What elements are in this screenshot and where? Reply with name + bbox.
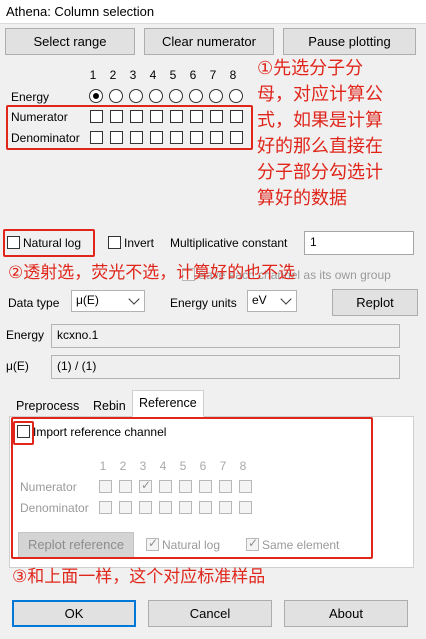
- annotation-1: ①先选分子分 母，对应计算公 式，如果是计算 好的那么直接在 分子部分勾选计 算…: [257, 56, 422, 212]
- clear-numerator-button[interactable]: Clear numerator: [144, 28, 274, 55]
- annotation-3: ③和上面一样，这个对应标准样品: [12, 567, 266, 587]
- energy-radio-col-6[interactable]: [189, 89, 203, 103]
- energy-radio-col-1[interactable]: [89, 89, 103, 103]
- column-number: 5: [169, 68, 177, 82]
- energy-radio-col-8[interactable]: [229, 89, 243, 103]
- invert-label: Invert: [124, 236, 155, 250]
- mu-info-label: μ(E): [6, 359, 29, 373]
- energy-units-value: eV: [252, 293, 267, 307]
- annotation-1-line: 算好的数据: [257, 188, 347, 209]
- ok-button[interactable]: OK: [12, 600, 136, 627]
- annotation-1-line: 式，如果是计算: [257, 110, 383, 131]
- multiplicative-constant-input[interactable]: 1: [304, 231, 414, 255]
- highlight-box-natural-log: [3, 229, 95, 257]
- energy-units-label: Energy units: [170, 296, 237, 310]
- energy-row-label: Energy: [11, 90, 50, 104]
- energy-info-field: kcxno.1: [51, 324, 400, 348]
- data-type-label: Data type: [8, 296, 60, 310]
- annotation-1-line: ①先选分子分: [257, 58, 364, 79]
- energy-radio-col-3[interactable]: [129, 89, 143, 103]
- highlight-box-num-denom: [6, 105, 253, 150]
- window-title: Athena: Column selection: [6, 4, 155, 19]
- energy-info-label: Energy: [6, 328, 45, 342]
- tab-reference[interactable]: Reference: [132, 390, 204, 417]
- invert-checkbox[interactable]: [108, 236, 121, 249]
- column-number: 4: [149, 68, 157, 82]
- chevron-down-icon: [280, 293, 292, 305]
- annotation-2: ②透射选，荧光不选，计算好的也不选: [8, 263, 296, 283]
- column-number: 1: [89, 68, 97, 82]
- energy-radio-col-2[interactable]: [109, 89, 123, 103]
- energy-units-select[interactable]: eV: [247, 290, 297, 312]
- cancel-button[interactable]: Cancel: [148, 600, 272, 627]
- multiplicative-constant-label: Multiplicative constant: [170, 236, 288, 250]
- column-number: 7: [209, 68, 217, 82]
- title-bar: Athena: Column selection: [0, 0, 426, 24]
- highlight-box-reference: [11, 417, 373, 559]
- column-number: 8: [229, 68, 237, 82]
- column-number: 3: [129, 68, 137, 82]
- mu-info-field: (1) / (1): [51, 355, 400, 379]
- data-type-select[interactable]: μ(E): [71, 290, 145, 312]
- column-number: 6: [189, 68, 197, 82]
- energy-radio-col-4[interactable]: [149, 89, 163, 103]
- data-type-value: μ(E): [76, 293, 99, 307]
- chevron-down-icon: [128, 293, 140, 305]
- annotation-1-line: 好的那么直接在: [257, 136, 383, 157]
- energy-radio-col-7[interactable]: [209, 89, 223, 103]
- column-number: 2: [109, 68, 117, 82]
- energy-radio-col-5[interactable]: [169, 89, 183, 103]
- select-range-button[interactable]: Select range: [5, 28, 135, 55]
- replot-button[interactable]: Replot: [332, 289, 418, 316]
- annotation-1-line: 母，对应计算公: [257, 84, 383, 105]
- pause-plotting-button[interactable]: Pause plotting: [283, 28, 416, 55]
- annotation-1-line: 分子部分勾选计: [257, 162, 383, 183]
- about-button[interactable]: About: [284, 600, 408, 627]
